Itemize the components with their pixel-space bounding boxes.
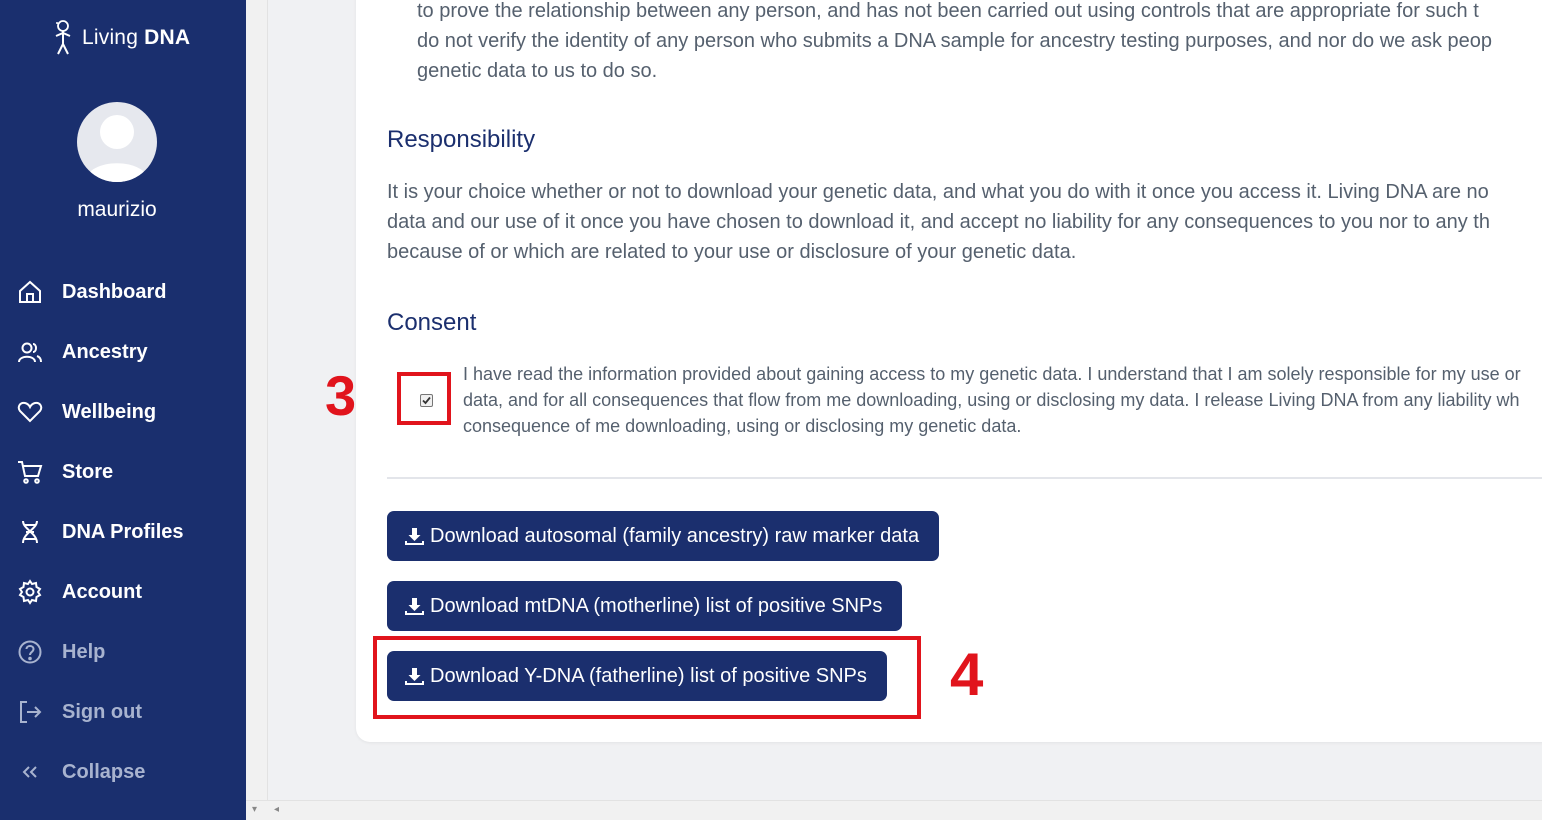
sidebar-item-dashboard[interactable]: Dashboard — [0, 262, 246, 322]
people-icon — [17, 339, 43, 365]
sidebar-item-account[interactable]: Account — [0, 562, 246, 622]
astronaut-logo-icon — [55, 20, 71, 55]
sidebar-item-label: DNA Profiles — [62, 520, 184, 543]
responsibility-paragraph: It is your choice whether or not to down… — [387, 177, 1542, 267]
download-icon — [405, 528, 424, 545]
sidebar-item-label: Sign out — [62, 700, 142, 723]
collapse-icon — [17, 759, 43, 785]
intro-line: genetic data to us to do so. — [417, 60, 658, 82]
responsibility-line: data and our use of it once you have cho… — [387, 211, 1490, 233]
button-label: Download mtDNA (motherline) list of posi… — [430, 594, 883, 617]
gear-icon — [17, 579, 43, 605]
sidebar-item-ancestry[interactable]: Ancestry — [0, 322, 246, 382]
username: maurizio — [77, 198, 157, 221]
download-ydna-button[interactable]: Download Y-DNA (fatherline) list of posi… — [387, 651, 887, 701]
sidebar-item-wellbeing[interactable]: Wellbeing — [0, 382, 246, 442]
sidebar: Living DNA maurizio Dashboard Ancestry W… — [0, 0, 246, 820]
responsibility-line: because of or which are related to your … — [387, 241, 1077, 263]
download-icon — [405, 598, 424, 615]
step-3-annotation: 3 — [325, 364, 357, 427]
user-placeholder-icon — [85, 115, 149, 182]
intro-line: to prove the relationship between any pe… — [417, 0, 1479, 22]
sign-out-icon — [17, 699, 43, 725]
divider — [387, 477, 1542, 479]
intro-line: do not verify the identity of any person… — [417, 30, 1493, 52]
avatar[interactable] — [77, 102, 157, 182]
sidebar-item-sign-out[interactable]: Sign out — [0, 682, 246, 742]
download-autosomal-button[interactable]: Download autosomal (family ancestry) raw… — [387, 511, 940, 561]
sidebar-item-store[interactable]: Store — [0, 442, 246, 502]
horizontal-scrollbar[interactable]: ▾ ◂ — [246, 800, 1542, 820]
help-icon — [17, 639, 43, 665]
cart-icon — [17, 459, 43, 485]
consent-heading: Consent — [387, 309, 477, 336]
scroll-down-arrow-icon[interactable]: ▾ — [252, 804, 257, 815]
brand-dna: DNA — [144, 26, 191, 49]
dna-icon — [17, 519, 43, 545]
sidebar-item-help[interactable]: Help — [0, 622, 246, 682]
consent-checkbox[interactable] — [420, 394, 433, 407]
sidebar-item-label: Wellbeing — [62, 400, 157, 423]
button-label: Download Y-DNA (fatherline) list of posi… — [430, 664, 867, 687]
consent-line: I have read the information provided abo… — [463, 364, 1521, 384]
home-icon — [17, 279, 43, 305]
sidebar-item-collapse[interactable]: Collapse — [0, 742, 246, 802]
download-mtdna-button[interactable]: Download mtDNA (motherline) list of posi… — [387, 581, 903, 631]
checkmark-icon — [422, 396, 431, 405]
heart-icon — [17, 399, 43, 425]
responsibility-line: It is your choice whether or not to down… — [387, 181, 1489, 203]
sidebar-item-label: Ancestry — [62, 340, 148, 363]
brand-living: Living — [82, 26, 139, 49]
scroll-left-arrow-icon[interactable]: ◂ — [274, 804, 279, 815]
intro-paragraph: to prove the relationship between any pe… — [417, 0, 1542, 86]
sidebar-item-label: Dashboard — [62, 280, 167, 303]
responsibility-heading: Responsibility — [387, 126, 536, 153]
sidebar-nav: Dashboard Ancestry Wellbeing Store DNA P… — [0, 262, 246, 802]
step-4-annotation: 4 — [950, 641, 984, 708]
download-icon — [405, 668, 424, 685]
consent-text[interactable]: I have read the information provided abo… — [463, 361, 1521, 439]
sidebar-item-label: Account — [62, 580, 142, 603]
vertical-scrollbar[interactable] — [246, 0, 268, 820]
button-label: Download autosomal (family ancestry) raw… — [430, 524, 920, 547]
sidebar-item-label: Collapse — [62, 760, 146, 783]
consent-line: consequence of me downloading, using or … — [463, 416, 1022, 436]
checkbox-highlight — [397, 372, 451, 425]
sidebar-item-label: Help — [62, 640, 106, 663]
living-dna-logo[interactable]: Living DNA — [50, 18, 190, 58]
sidebar-item-label: Store — [62, 460, 114, 483]
sidebar-item-dna-profiles[interactable]: DNA Profiles — [0, 502, 246, 562]
consent-line: data, and for all consequences that flow… — [463, 390, 1520, 410]
